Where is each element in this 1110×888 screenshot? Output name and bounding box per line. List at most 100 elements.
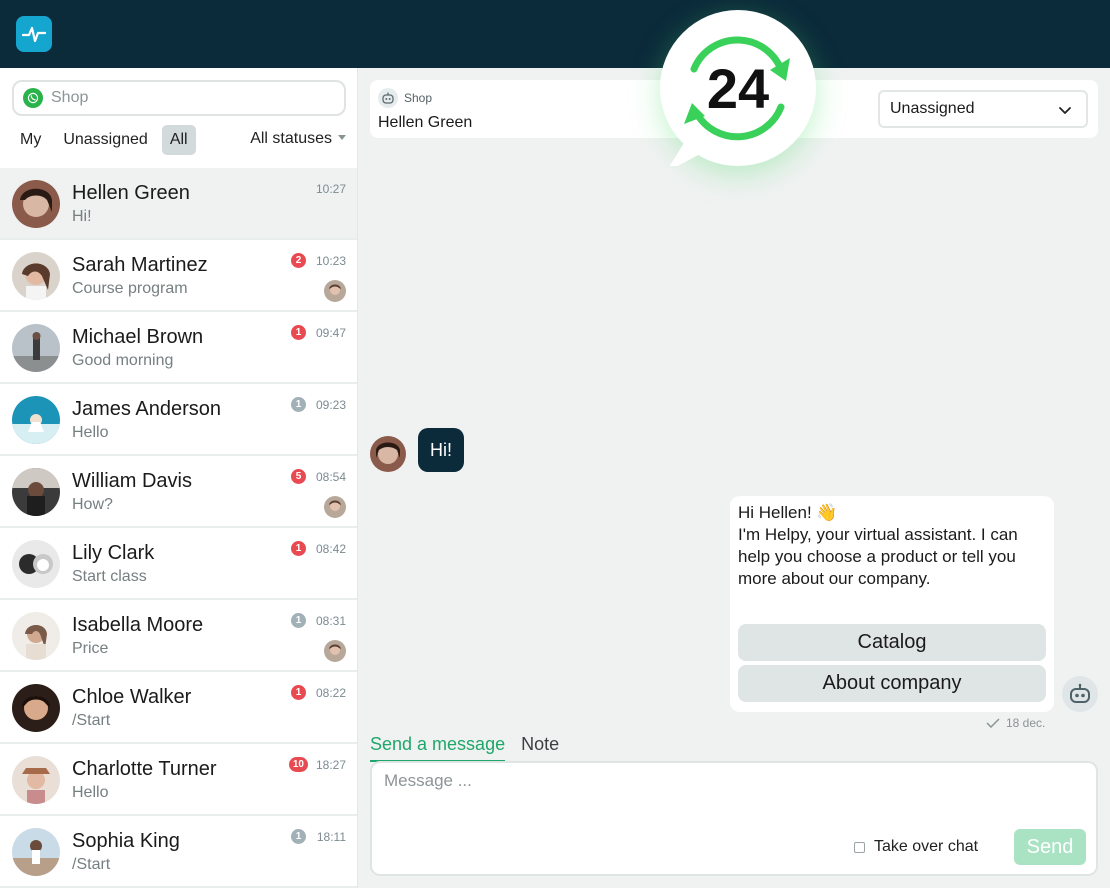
unread-badge: 10 [288, 757, 308, 772]
chat-list-item[interactable]: Michael Brown Good morning 09:47 1 [0, 312, 357, 384]
message-status: 18 dec. [986, 716, 1045, 730]
quick-reply-about-company-button[interactable]: About company [738, 665, 1046, 702]
chat-list-item[interactable]: Sophia King/Start 18:11 1 [0, 816, 357, 888]
chat-sidebar: My Unassigned All All statuses Hellen Gr… [0, 68, 358, 888]
status-filter-dropdown[interactable]: All statuses [250, 130, 346, 148]
unread-badge: 1 [291, 685, 306, 700]
assignee-select[interactable]: Unassigned [878, 90, 1088, 128]
app-logo-icon[interactable] [16, 16, 52, 52]
unread-badge: 1 [291, 325, 306, 340]
incoming-message-bubble: Hi! [418, 428, 464, 472]
chat-last-message: Start class [72, 568, 147, 585]
bot-message-bubble: Hi Hellen! 👋 I'm Helpy, your virtual ass… [730, 496, 1054, 712]
checkmark-icon [986, 718, 1000, 728]
chat-last-message: /Start [72, 856, 111, 873]
send-button[interactable]: Send [1014, 829, 1086, 865]
message-date: 18 dec. [1006, 716, 1046, 730]
contact-avatar [370, 436, 406, 472]
agent-avatar [324, 640, 346, 662]
avatar [12, 468, 60, 516]
chat-last-message: Price [72, 640, 109, 657]
chat-list-item[interactable]: Isabella Moore Price 08:31 1 [0, 600, 357, 672]
chat-filters: My Unassigned All All statuses [12, 124, 346, 156]
logo-number: 24 [707, 57, 769, 120]
chat-last-message: Hi! [72, 208, 92, 225]
avatar [12, 324, 60, 372]
chat-last-message: Good morning [72, 352, 174, 369]
tab-send-message[interactable]: Send a message [370, 732, 506, 762]
bot-greeting-line: Hi Hellen! 👋 [738, 503, 838, 522]
chat-contact-name: William Davis [72, 470, 192, 492]
avatar [12, 684, 60, 732]
avatar [12, 540, 60, 588]
unread-badge: 1 [291, 397, 306, 412]
tab-note[interactable]: Note [521, 732, 559, 762]
chat-last-message: Course program [72, 280, 188, 297]
message-composer: Take over chat Send [370, 761, 1098, 876]
chat-list-item[interactable]: Sarah Martinez Course program 10:23 2 [0, 240, 357, 312]
chat-list-item[interactable]: Hellen Green Hi! 10:27 [0, 168, 357, 240]
contact-name: Hellen Green [378, 114, 473, 131]
top-bar [0, 0, 1110, 68]
chat-contact-name: Chloe Walker [72, 686, 192, 708]
filter-tab-all[interactable]: All [161, 125, 196, 155]
bot-avatar-icon [1062, 676, 1098, 712]
avatar [12, 828, 60, 876]
brand-24-logo: 24 [660, 10, 816, 172]
chat-list-item[interactable]: James Anderson Hello 09:23 1 [0, 384, 357, 456]
chat-time: 18:27 [315, 758, 346, 772]
chat-last-message: Hello [72, 424, 109, 441]
filter-tab-unassigned[interactable]: Unassigned [55, 125, 156, 155]
take-over-label: Take over chat [874, 838, 979, 855]
search-input[interactable] [51, 89, 311, 107]
channel-source: Shop [404, 91, 433, 105]
composer-tabs: Send a message Note [370, 732, 575, 762]
chat-time: 08:54 [315, 470, 346, 484]
avatar [12, 756, 60, 804]
chat-list-item[interactable]: Charlotte Turner Hello 18:27 10 [0, 744, 357, 816]
caret-down-icon [338, 135, 346, 140]
message-input[interactable] [384, 771, 1084, 827]
quick-reply-catalog-button[interactable]: Catalog [738, 624, 1046, 661]
chat-contact-name: James Anderson [72, 398, 221, 420]
unread-badge: 2 [291, 253, 306, 268]
avatar [12, 252, 60, 300]
status-filter-label: All statuses [250, 130, 332, 147]
unread-badge: 1 [291, 829, 306, 844]
chat-list-item[interactable]: Lily Clark Start class 08:42 1 [0, 528, 357, 600]
agent-avatar [324, 496, 346, 518]
unread-badge: 1 [291, 541, 306, 556]
chat-last-message: How? [72, 496, 113, 513]
unread-badge: 5 [291, 469, 306, 484]
chat-time: 09:23 [315, 398, 346, 412]
chat-contact-name: Michael Brown [72, 326, 204, 348]
chat-contact-name: Hellen Green [72, 182, 190, 204]
avatar [12, 612, 60, 660]
chat-list-item[interactable]: Chloe Walker/Start 08:22 1 [0, 672, 357, 744]
assignee-value: Unassigned [890, 100, 975, 117]
take-over-chat-toggle[interactable]: Take over chat [854, 838, 978, 856]
chat-list-item[interactable]: William Davis How? 08:54 5 [0, 456, 357, 528]
chat-contact-name: Isabella Moore [72, 614, 204, 636]
bot-message-text: Hi Hellen! 👋 I'm Helpy, your virtual ass… [738, 502, 1038, 590]
chat-contact-name: Sophia King [72, 830, 180, 852]
chat-time: 09:47 [315, 326, 346, 340]
chat-list: Hellen Green Hi! 10:27 Sarah Martinez Course… [0, 168, 357, 888]
bot-icon [378, 88, 398, 108]
chat-time: 10:23 [315, 254, 346, 268]
chat-time: 18:11 [316, 830, 346, 844]
chevron-down-icon [1059, 107, 1071, 114]
search-box[interactable] [12, 80, 346, 116]
chat-time: 08:42 [315, 542, 346, 556]
filter-tab-my[interactable]: My [12, 125, 49, 155]
take-over-checkbox[interactable] [854, 841, 865, 853]
bot-intro-line: I'm Helpy, your virtual assistant. I can… [738, 525, 1018, 588]
unread-badge: 1 [291, 613, 306, 628]
chat-last-message: Hello [72, 784, 109, 801]
chat-time: 08:31 [315, 614, 346, 628]
whatsapp-icon [23, 88, 43, 108]
chat-contact-name: Charlotte Turner [72, 758, 217, 780]
chat-last-message: /Start [72, 712, 111, 729]
chat-contact-name: Sarah Martinez [72, 254, 208, 276]
avatar [12, 396, 60, 444]
